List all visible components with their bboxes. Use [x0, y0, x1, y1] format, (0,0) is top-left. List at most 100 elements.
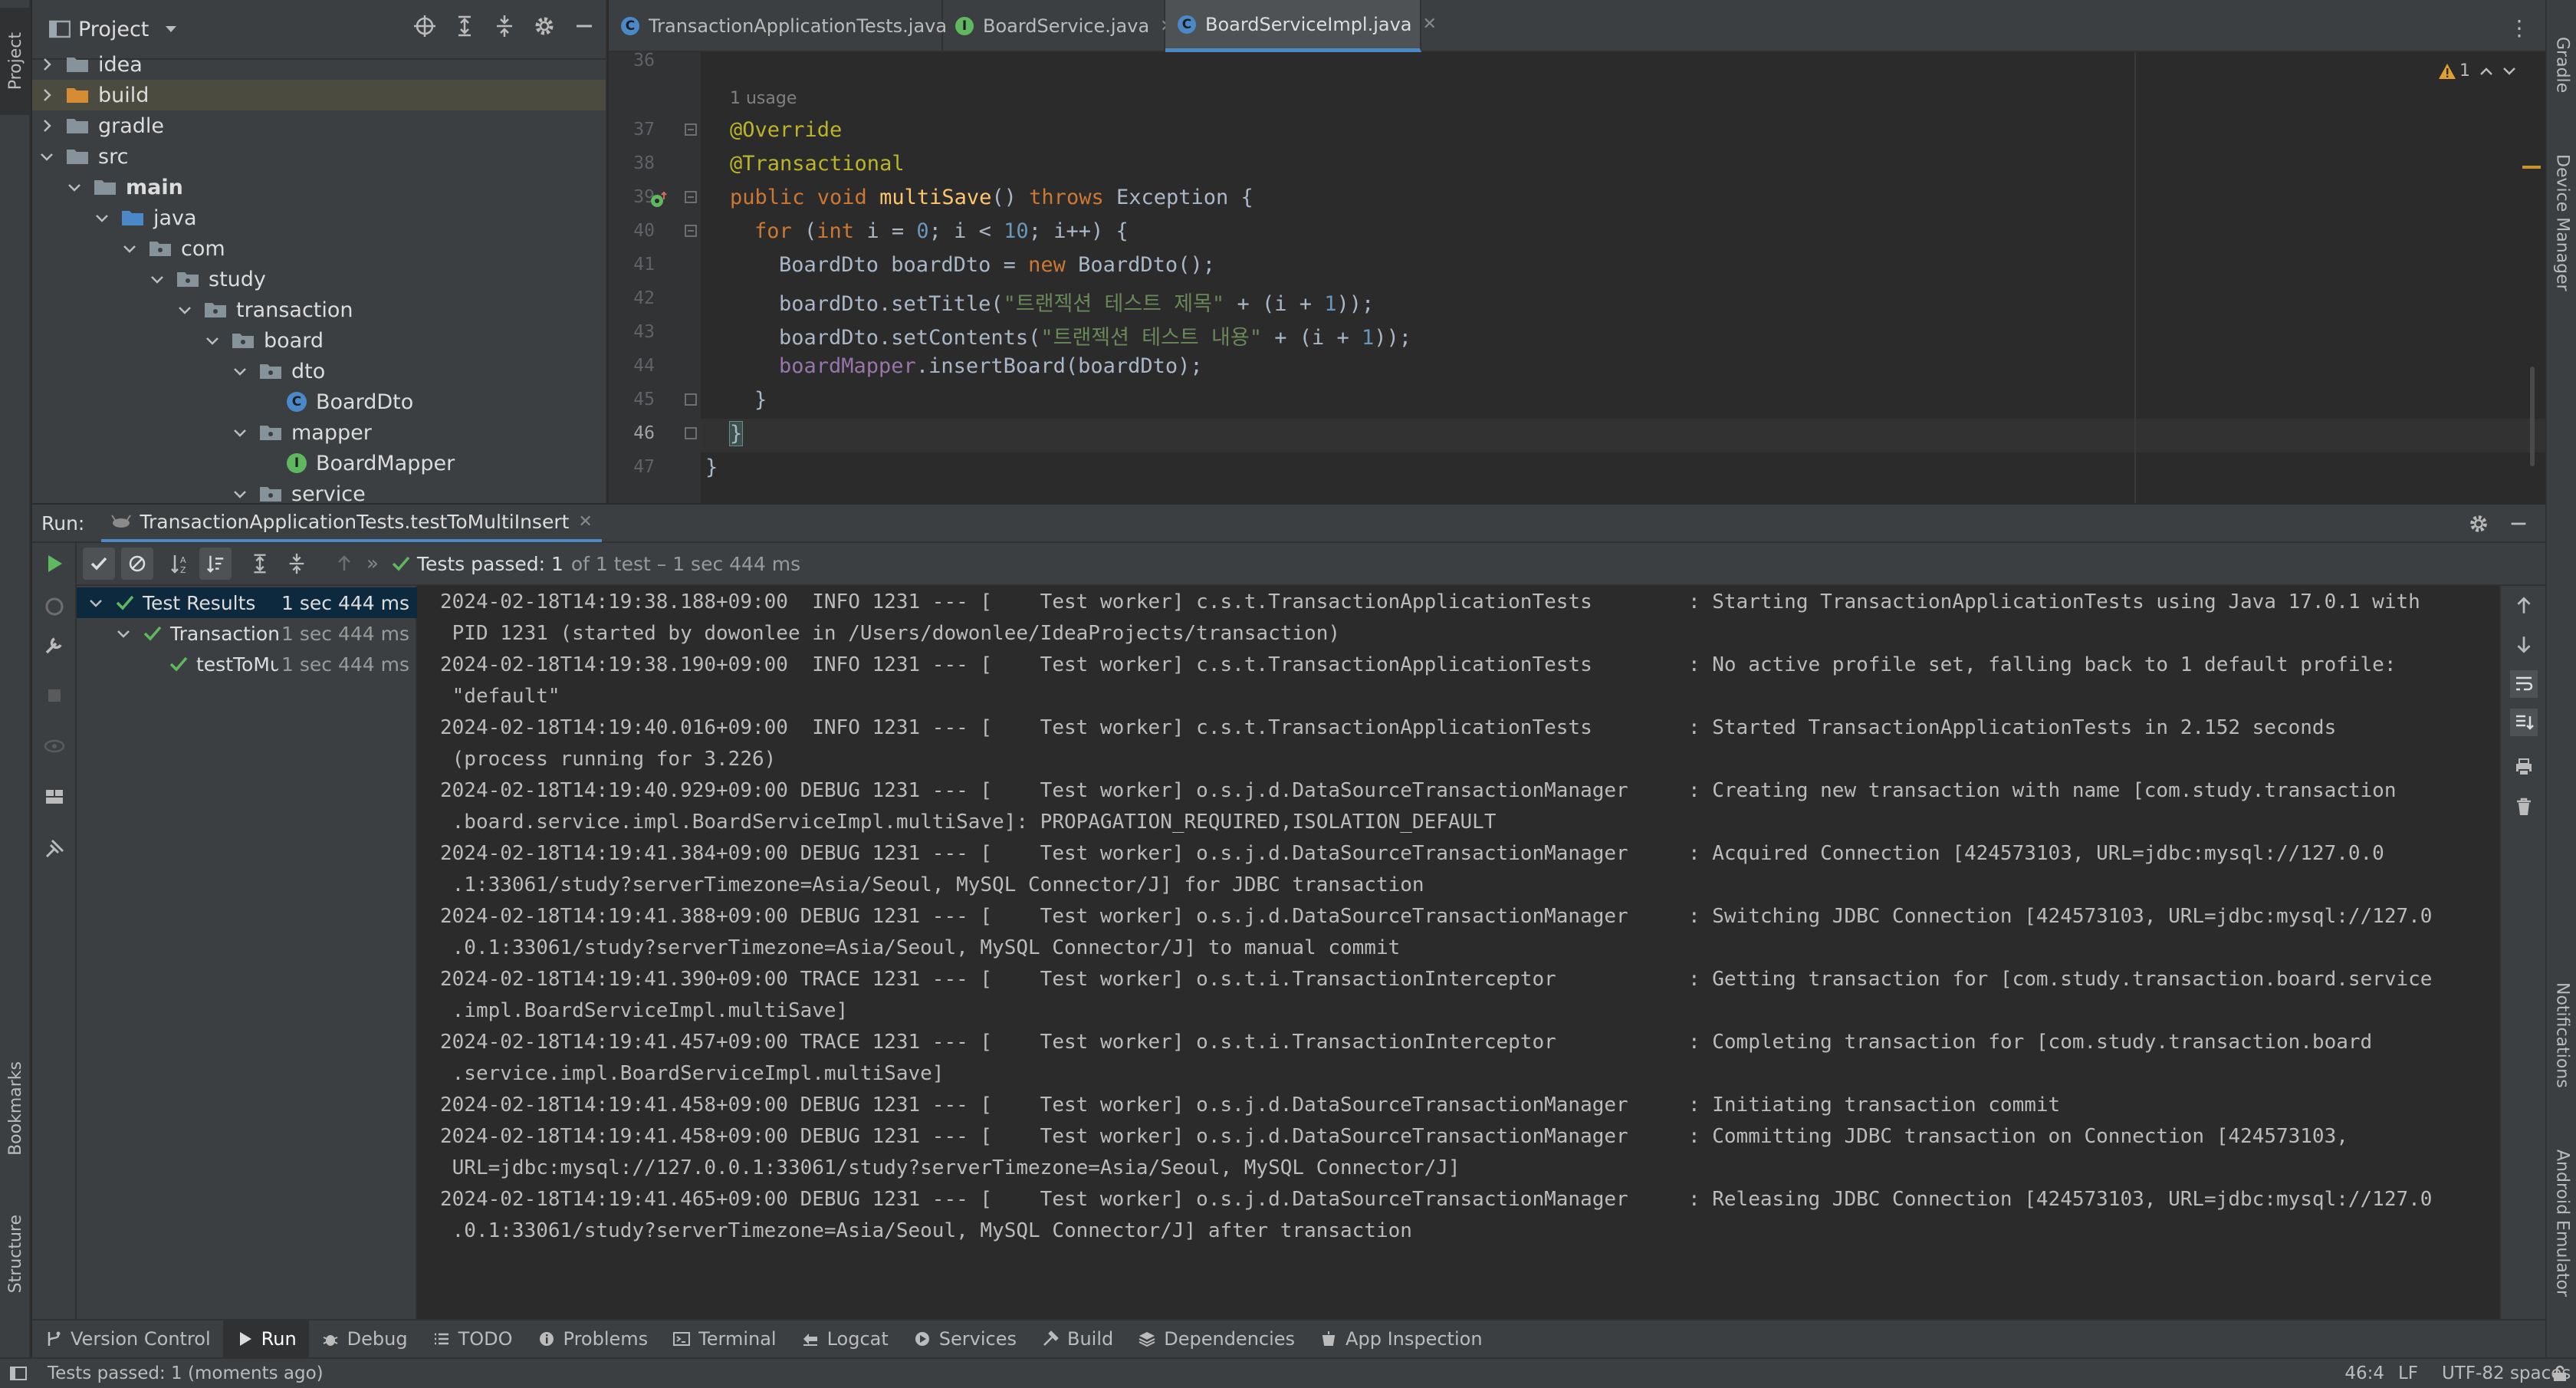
tab-transaction-application-tests[interactable]: C TransactionApplicationTests.java ✕ [609, 0, 972, 52]
soft-wrap-icon[interactable] [2510, 670, 2538, 698]
chevron-down-icon[interactable] [94, 209, 110, 226]
hide-panel-icon[interactable] [2507, 512, 2530, 535]
editor-scrollbar[interactable] [2530, 367, 2535, 466]
close-icon[interactable]: ✕ [1423, 15, 1437, 34]
structure-tool-tab[interactable]: Structure [0, 1196, 31, 1311]
chevron-down-icon[interactable] [121, 240, 138, 257]
tool-window-terminal[interactable]: Terminal [660, 1320, 788, 1358]
test-results-root-row[interactable]: Test Results 1 sec 444 ms [77, 587, 417, 618]
code-editor[interactable]: 36 37 38 39 40 41 42 43 44 45 46 47 1 1 usage @Over… [609, 52, 2545, 503]
more-tabs-icon[interactable]: ⋮ [2509, 15, 2530, 41]
chevron-down-icon[interactable] [232, 485, 248, 502]
file-encoding[interactable]: UTF-8 [2442, 1363, 2493, 1383]
rerun-icon[interactable] [43, 552, 66, 575]
show-passed-toggle[interactable] [83, 548, 115, 580]
fold-icon[interactable] [684, 224, 698, 238]
chevron-right-icon[interactable] [38, 56, 55, 73]
android-emulator-tool-tab[interactable]: Android Emulator [2547, 1135, 2576, 1311]
chevron-down-icon[interactable] [232, 363, 248, 380]
gear-icon[interactable] [532, 14, 557, 38]
close-icon[interactable]: ✕ [578, 512, 592, 531]
chevron-down-icon[interactable] [232, 424, 248, 441]
tool-window-run[interactable]: Run [222, 1320, 309, 1358]
project-panel-title[interactable]: Project [78, 18, 149, 41]
status-layout-icon[interactable] [9, 1364, 28, 1383]
inspection-widget[interactable]: 1 [2438, 61, 2516, 81]
chevron-down-icon[interactable] [176, 301, 193, 318]
chevron-up-icon[interactable] [2479, 67, 2493, 76]
show-ignored-toggle[interactable] [121, 548, 153, 580]
fold-icon[interactable] [684, 190, 698, 204]
rerun-failed-icon[interactable] [43, 595, 66, 618]
project-tree-row[interactable]: java [32, 202, 606, 233]
project-tree-row[interactable]: idea [32, 49, 606, 80]
device-manager-tool-tab[interactable]: Device Manager [2547, 138, 2576, 307]
chevron-right-icon[interactable] [38, 87, 55, 104]
chevron-right-icon[interactable] [38, 117, 55, 134]
more-actions-icon[interactable]: » [366, 552, 379, 575]
arrow-down-icon[interactable] [2513, 633, 2535, 655]
arrow-up-icon[interactable] [2513, 595, 2535, 617]
tool-window-todo[interactable]: TODO [420, 1320, 525, 1358]
project-tree-row[interactable]: board [32, 325, 606, 356]
fold-icon[interactable] [684, 123, 698, 136]
chevron-down-icon[interactable] [2502, 67, 2516, 76]
test-class-row[interactable]: TransactionAp 1 sec 444 ms [77, 618, 417, 649]
bookmarks-tool-tab[interactable]: Bookmarks [0, 1043, 31, 1173]
project-tree-row[interactable]: mapper [32, 417, 606, 448]
project-tree-row[interactable]: service [32, 479, 606, 503]
tool-window-debug[interactable]: Debug [309, 1320, 420, 1358]
tool-window-dependencies[interactable]: Dependencies [1125, 1320, 1307, 1358]
gear-icon[interactable] [2467, 512, 2490, 535]
test-method-row[interactable]: testToMult 1 sec 444 ms [77, 649, 417, 679]
chevron-down-icon[interactable] [38, 148, 55, 165]
tab-board-service[interactable]: I BoardService.java ✕ [943, 0, 1175, 52]
notifications-tool-tab[interactable]: Notifications [2547, 966, 2576, 1104]
expand-all-icon[interactable] [452, 14, 477, 38]
project-tree-row[interactable]: gradle [32, 110, 606, 141]
project-tree-row[interactable]: dto [32, 356, 606, 386]
sort-duration-toggle[interactable] [199, 548, 232, 580]
hide-panel-icon[interactable] [572, 14, 596, 38]
tool-window-build[interactable]: Build [1029, 1320, 1125, 1358]
tool-window-problems[interactable]: Problems [525, 1320, 661, 1358]
project-tree-row[interactable]: transaction [32, 294, 606, 325]
project-tree-row[interactable]: build [32, 80, 606, 110]
chevron-down-icon[interactable] [149, 271, 166, 288]
tool-window-version-control[interactable]: Version Control [32, 1320, 223, 1358]
eye-icon[interactable] [43, 735, 66, 758]
chevron-down-icon[interactable] [66, 179, 83, 196]
tool-window-logcat[interactable]: Logcat [789, 1320, 901, 1358]
stop-icon[interactable] [43, 684, 66, 707]
caret-position[interactable]: 46:4 [2344, 1363, 2384, 1383]
locate-icon[interactable] [412, 14, 437, 38]
project-tree-row[interactable]: C BoardDto [32, 386, 606, 417]
collapse-all-icon[interactable] [285, 552, 308, 575]
warning-stripe-marker[interactable] [2522, 166, 2541, 169]
pin-icon[interactable] [43, 837, 66, 860]
previous-test-icon[interactable] [334, 554, 354, 574]
chevron-down-icon[interactable] [204, 332, 221, 349]
project-tree-row[interactable]: I BoardMapper [32, 448, 606, 479]
chevron-down-icon[interactable] [164, 25, 178, 34]
collapse-all-icon[interactable] [492, 14, 517, 38]
trash-icon[interactable] [2513, 796, 2535, 817]
tab-board-service-impl[interactable]: C BoardServiceImpl.java ✕ [1165, 0, 1437, 52]
implements-method-icon[interactable] [649, 190, 669, 210]
project-tree-row[interactable]: src [32, 141, 606, 172]
line-separator[interactable]: LF [2398, 1363, 2418, 1383]
project-tree-row[interactable]: com [32, 233, 606, 264]
tool-window-services[interactable]: Services [901, 1320, 1029, 1358]
project-tree-row[interactable]: study [32, 264, 606, 294]
print-icon[interactable] [2513, 756, 2535, 778]
project-tool-tab[interactable]: Project [0, 8, 31, 115]
layout-icon[interactable] [43, 785, 66, 808]
expand-all-icon[interactable] [248, 552, 271, 575]
gradle-tool-tab[interactable]: Gradle [2547, 15, 2576, 115]
status-message[interactable]: Tests passed: 1 (moments ago) [48, 1363, 324, 1383]
wrench-icon[interactable] [43, 633, 66, 656]
project-tree-row[interactable]: main [32, 172, 606, 202]
lock-icon[interactable] [2551, 1364, 2568, 1383]
console-output[interactable]: 2024-02-18T14:19:38.188+09:00 INFO 1231 … [419, 586, 2499, 1319]
fold-icon[interactable] [684, 393, 698, 406]
